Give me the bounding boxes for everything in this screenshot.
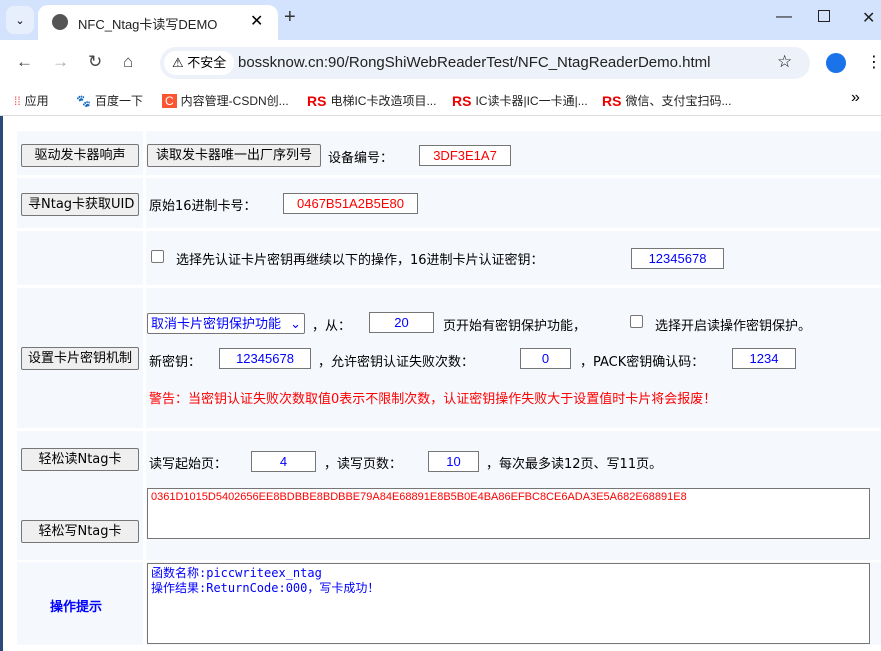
close-window-icon[interactable]: ✕ xyxy=(862,8,875,28)
bookmark-label: 电梯IC卡改造项目... xyxy=(330,94,437,108)
bookmark-label: IC读卡器|IC一卡通|... xyxy=(475,94,588,108)
new-key-field[interactable]: 12345678 xyxy=(219,348,311,369)
get-uid-button[interactable]: 寻Ntag卡获取UID xyxy=(21,193,139,216)
close-tab-icon[interactable]: ✕ xyxy=(250,11,263,31)
new-tab-button[interactable]: + xyxy=(284,6,296,29)
tab-list-button[interactable]: ⌄ xyxy=(6,6,34,34)
bookmark-baidu[interactable]: 🐾 百度一下 xyxy=(76,92,143,109)
start-page-field[interactable]: 4 xyxy=(251,451,316,472)
pack-field[interactable]: 1234 xyxy=(732,348,796,369)
status-textarea[interactable]: 函数名称:piccwriteex_ntag 操作结果:ReturnCode:00… xyxy=(147,563,870,644)
write-data-textarea[interactable]: 0361D1015D5402656EE8BDBBE8BDBBE79A84E688… xyxy=(147,488,870,539)
tab-title: NFC_Ntag卡读写DEMO xyxy=(78,17,218,32)
bookmark-label: 应用 xyxy=(24,94,49,108)
csdn-c-icon: C xyxy=(162,93,177,108)
more-bookmarks-icon[interactable]: » xyxy=(851,89,860,107)
page-count-label: ，读写页数： xyxy=(324,457,403,472)
bookmark-csdn[interactable]: C 内容管理-CSDN创... xyxy=(162,92,289,109)
fail-count-field[interactable]: 0 xyxy=(520,348,571,369)
menu-dots-icon[interactable]: ⋮ xyxy=(866,52,881,72)
bookmark-ic-reader[interactable]: RS IC读卡器|IC一卡通|... xyxy=(452,92,588,109)
tab-bar: ⌄ NFC_Ntag卡读写DEMO ✕ + — ✕ xyxy=(0,0,881,40)
read-protect-label: 选择开启读操作密钥保护。 xyxy=(655,319,812,334)
bookmarks-bar: ⁞⁞ 应用 🐾 百度一下 C 内容管理-CSDN创... RS 电梯IC卡改造项目...… xyxy=(0,86,881,116)
chevron-down-icon: ⌄ xyxy=(290,316,301,331)
apps-grid-icon: ⁞⁞ xyxy=(14,93,21,108)
globe-icon xyxy=(52,14,68,30)
address-bar[interactable]: ⚠ 不安全 bossknow.cn:90/RongShiWebReaderTes… xyxy=(160,47,810,79)
read-ntag-button[interactable]: 轻松读Ntag卡 xyxy=(21,448,139,471)
chevron-down-icon: ⌄ xyxy=(15,14,25,27)
home-icon[interactable]: ⌂ xyxy=(123,52,133,72)
forward-icon[interactable]: → xyxy=(52,52,69,72)
maximize-icon[interactable] xyxy=(818,10,830,22)
rs-logo-icon: RS xyxy=(452,92,472,109)
auth-first-checkbox[interactable] xyxy=(151,250,164,263)
url-text[interactable]: bossknow.cn:90/RongShiWebReaderTest/NFC_… xyxy=(238,54,710,71)
protect-start-page-field[interactable]: 20 xyxy=(369,312,434,333)
pack-label: ，PACK密钥确认码： xyxy=(580,355,705,370)
status-label: 操作提示 xyxy=(50,600,103,615)
security-label: 不安全 xyxy=(187,55,227,70)
security-chip[interactable]: ⚠ 不安全 xyxy=(164,51,235,75)
bookmark-label: 百度一下 xyxy=(94,94,143,108)
auth-key-field[interactable]: 12345678 xyxy=(631,248,724,269)
profile-avatar[interactable] xyxy=(826,53,846,73)
device-id-field[interactable]: 3DF3E1A7 xyxy=(419,145,511,166)
rs-logo-icon: RS xyxy=(307,92,327,109)
new-key-label: 新密钥： xyxy=(149,355,202,370)
warning-icon: ⚠ xyxy=(172,55,184,70)
back-icon[interactable]: ← xyxy=(16,52,33,72)
device-label: 设备编号： xyxy=(328,151,394,166)
warning-text: 警告：当密钥认证失败次数取值0表示不限制次数，认证密钥操作失败大于设置值时卡片将… xyxy=(149,392,717,407)
set-key-button[interactable]: 设置卡片密钥机制 xyxy=(21,347,139,370)
read-serial-button[interactable]: 读取发卡器唯一出厂序列号 xyxy=(147,144,321,167)
browser-toolbar: ← → ↻ ⌂ ⚠ 不安全 bossknow.cn:90/RongShiWebR… xyxy=(0,40,881,86)
write-ntag-button[interactable]: 轻松写Ntag卡 xyxy=(21,520,139,543)
uid-field[interactable]: 0467B51A2B5E80 xyxy=(283,193,418,214)
protect-mode-select[interactable]: 取消卡片密钥保护功能 ⌄ xyxy=(147,313,305,334)
row-cell xyxy=(17,231,143,285)
bookmark-apps[interactable]: ⁞⁞ 应用 xyxy=(14,92,49,109)
read-protect-checkbox[interactable] xyxy=(630,315,643,328)
browser-tab[interactable]: NFC_Ntag卡读写DEMO ✕ xyxy=(38,5,278,40)
start-page-label: 读写起始页： xyxy=(149,457,228,472)
minimize-icon[interactable]: — xyxy=(776,8,792,26)
reload-icon[interactable]: ↻ xyxy=(88,52,102,72)
from-label: ，从： xyxy=(312,319,352,334)
bookmark-label: 内容管理-CSDN创... xyxy=(180,94,289,108)
protect-mode-value: 取消卡片密钥保护功能 xyxy=(151,316,282,331)
from-suffix: 页开始有密钥保护功能， xyxy=(443,319,587,334)
beep-button[interactable]: 驱动发卡器响声 xyxy=(21,144,139,167)
bookmark-elevator[interactable]: RS 电梯IC卡改造项目... xyxy=(307,92,436,109)
rs-logo-icon: RS xyxy=(602,92,622,109)
bookmark-wechat[interactable]: RS 微信、支付宝扫码... xyxy=(602,92,731,109)
limit-note: ，每次最多读12页、写11页。 xyxy=(486,457,663,472)
baidu-paw-icon: 🐾 xyxy=(76,93,91,108)
auth-label: 选择先认证卡片密钥再继续以下的操作，16进制卡片认证密钥： xyxy=(176,253,544,268)
uid-label: 原始16进制卡号： xyxy=(149,199,257,214)
page-count-field[interactable]: 10 xyxy=(428,451,479,472)
bookmark-star-icon[interactable]: ☆ xyxy=(777,52,792,72)
window-edge xyxy=(0,116,3,651)
bookmark-label: 微信、支付宝扫码... xyxy=(625,94,732,108)
fail-count-label: ，允许密钥认证失败次数： xyxy=(318,355,475,370)
